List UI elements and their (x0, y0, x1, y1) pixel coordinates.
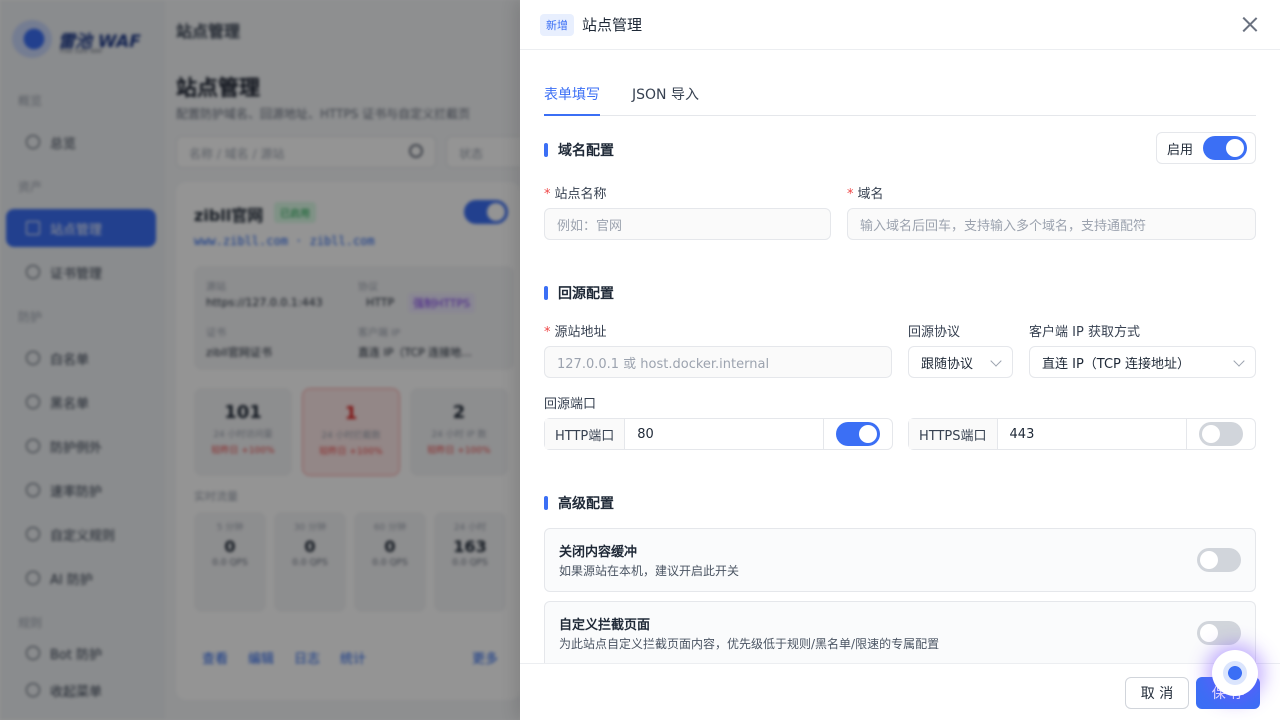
mode-tag: 新增 (540, 13, 574, 36)
domain-input[interactable]: 输入域名后回车，支持输入多个域名，支持通配符 (847, 208, 1256, 240)
drawer-title: 站点管理 (582, 16, 643, 34)
site-name-label: * 站点名称 (544, 183, 607, 202)
origin-protocol-label: 回源协议 (908, 325, 961, 340)
disable-buffer-title: 关闭内容缓冲 (559, 545, 638, 560)
required-mark: * (847, 187, 854, 202)
assistant-icon (1223, 661, 1247, 685)
section-advanced: 高级配置 (544, 493, 614, 513)
placeholder: 127.0.0.1 或 host.docker.internal (557, 356, 770, 372)
site-name-input[interactable]: 例如：官网 (544, 208, 831, 240)
http-port-toggle[interactable] (836, 422, 880, 446)
section-domain: 域名配置 (544, 140, 614, 160)
https-port-input[interactable]: 443 (998, 419, 1187, 449)
https-port-prefix: HTTPS端口 (909, 419, 998, 449)
custom-block-page-title: 自定义拦截页面 (559, 618, 651, 633)
label-text: 域名 (857, 187, 884, 202)
placeholder: 输入域名后回车，支持输入多个域名，支持通配符 (860, 218, 1147, 234)
section-title: 域名配置 (558, 143, 614, 159)
section-origin: 回源配置 (544, 283, 614, 303)
disable-buffer-row: 关闭内容缓冲 如果源站在本机，建议开启此开关 (544, 528, 1256, 592)
origin-address-input[interactable]: 127.0.0.1 或 host.docker.internal (544, 346, 892, 378)
enable-label: 启用 (1167, 142, 1194, 158)
section-title: 高级配置 (558, 496, 614, 512)
client-ip-select[interactable]: 直连 IP（TCP 连接地址） (1029, 346, 1256, 378)
tab-form[interactable]: 表单填写 (544, 84, 600, 116)
assistant-fab[interactable] (1212, 650, 1258, 696)
required-mark: * (544, 325, 551, 340)
disable-buffer-toggle[interactable] (1197, 548, 1241, 572)
select-value: 直连 IP（TCP 连接地址） (1042, 356, 1191, 372)
close-icon[interactable] (1242, 16, 1258, 32)
enable-control: 启用 (1156, 132, 1256, 164)
drawer-header: 新增 站点管理 (520, 0, 1280, 50)
https-port-switch-wrap (1187, 422, 1255, 446)
drawer-tabs: 表单填写 JSON 导入 (544, 74, 1256, 116)
origin-port-label: 回源端口 (544, 397, 597, 412)
http-port-switch-wrap (824, 422, 892, 446)
modal-overlay[interactable] (0, 0, 520, 720)
https-port-group: HTTPS端口 443 (908, 418, 1256, 450)
domain-label: * 域名 (847, 183, 884, 202)
client-ip-label: 客户端 IP 获取方式 (1029, 325, 1140, 340)
disable-buffer-desc: 如果源站在本机，建议开启此开关 (559, 564, 740, 578)
http-port-group: HTTP端口 80 (544, 418, 893, 450)
drawer-footer: 取 消 保 存 (520, 663, 1280, 720)
chevron-down-icon (1233, 355, 1245, 367)
https-port-toggle[interactable] (1199, 422, 1243, 446)
tab-json-import[interactable]: JSON 导入 (632, 84, 699, 104)
site-drawer: 新增 站点管理 表单填写 JSON 导入 域名配置 启用 * 站点名称 例如：官网… (520, 0, 1280, 720)
label-text: 源站地址 (554, 325, 607, 340)
chevron-down-icon (990, 355, 1002, 367)
http-port-input[interactable]: 80 (625, 419, 824, 449)
label-text: 站点名称 (554, 187, 607, 202)
section-title: 回源配置 (558, 286, 614, 302)
cancel-button[interactable]: 取 消 (1125, 677, 1189, 709)
required-mark: * (544, 187, 551, 202)
custom-block-page-desc: 为此站点自定义拦截页面内容，优先级低于规则/黑名单/限速的专属配置 (559, 637, 940, 651)
custom-block-page-toggle[interactable] (1197, 621, 1241, 645)
placeholder: 例如：官网 (557, 218, 623, 234)
enable-toggle[interactable] (1203, 136, 1248, 160)
select-value: 跟随协议 (921, 356, 974, 372)
origin-address-label: * 源站地址 (544, 321, 607, 340)
http-port-prefix: HTTP端口 (545, 419, 626, 449)
custom-block-page-row: 自定义拦截页面 为此站点自定义拦截页面内容，优先级低于规则/黑名单/限速的专属配… (544, 601, 1256, 663)
origin-protocol-select[interactable]: 跟随协议 (908, 346, 1013, 378)
